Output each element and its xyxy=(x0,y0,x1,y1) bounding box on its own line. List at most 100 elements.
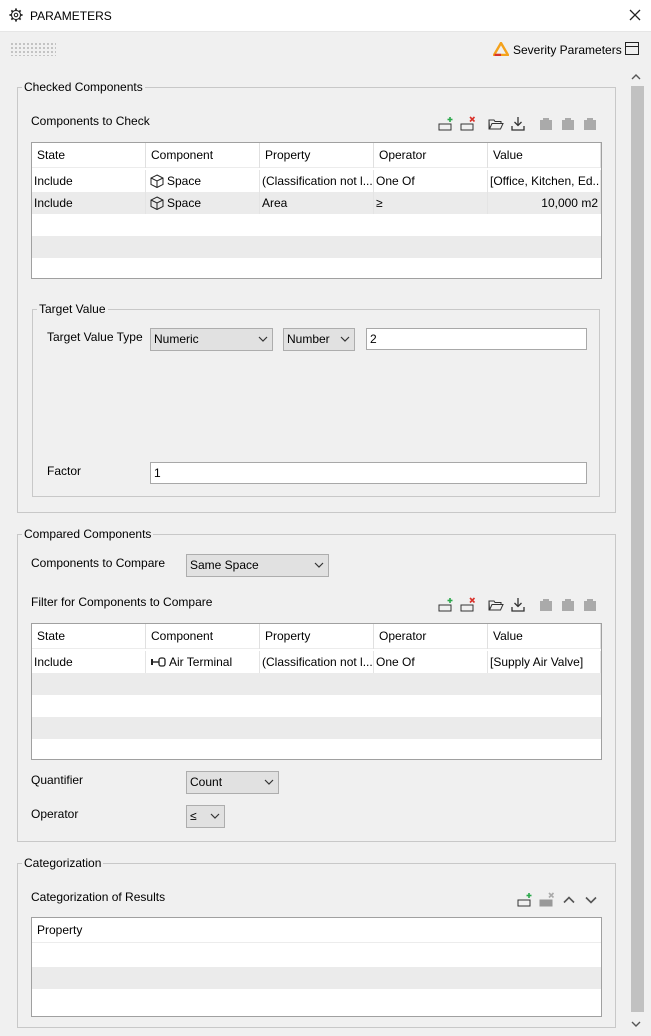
drag-grip[interactable] xyxy=(10,42,56,56)
column-header[interactable]: Operator xyxy=(374,143,488,168)
chevron-down-icon[interactable] xyxy=(583,892,599,908)
column-header[interactable]: Value xyxy=(488,143,601,168)
table-row xyxy=(32,945,601,967)
components-to-check-label: Components to Check xyxy=(31,114,150,128)
components-to-compare-select[interactable]: Same Space xyxy=(186,554,329,577)
column-header[interactable]: Value xyxy=(488,624,601,649)
property-cell: (Classification not l... xyxy=(260,651,374,673)
air-terminal-icon xyxy=(151,657,166,667)
target-number-input[interactable]: 2 xyxy=(366,328,587,350)
chevron-down-icon xyxy=(264,779,274,785)
selected-value: Count xyxy=(190,775,223,789)
window-title: PARAMETERS xyxy=(30,9,112,23)
title-bar: PARAMETERS xyxy=(0,0,651,32)
download-icon[interactable] xyxy=(510,597,526,613)
factor-input[interactable]: 1 xyxy=(150,462,587,484)
add-row-icon[interactable] xyxy=(438,597,454,613)
component-cell: Air Terminal xyxy=(146,651,260,673)
component-name: Space xyxy=(167,196,202,210)
component-name: Air Terminal xyxy=(169,655,233,669)
table-row xyxy=(32,258,601,278)
components-to-check-table[interactable]: State Component Property Operator Value … xyxy=(31,142,602,279)
filter-label: Filter for Components to Compare xyxy=(31,595,213,609)
categorization-toolbar xyxy=(517,892,601,910)
quantifier-select[interactable]: Count xyxy=(186,771,279,794)
table-row xyxy=(32,739,601,759)
column-header[interactable]: Property xyxy=(260,624,374,649)
column-header[interactable]: Operator xyxy=(374,624,488,649)
group-title: Target Value xyxy=(39,302,106,316)
operator-cell: ≥ xyxy=(374,192,488,214)
scroll-up-icon[interactable] xyxy=(630,71,642,83)
selected-value: Number xyxy=(287,332,330,346)
categorization-table[interactable]: Property xyxy=(31,917,602,1017)
chevron-down-icon xyxy=(210,813,220,819)
add-row-icon[interactable] xyxy=(517,892,533,908)
operator-cell: One Of xyxy=(374,651,488,673)
column-header[interactable]: Component xyxy=(146,624,260,649)
state-cell: Include xyxy=(32,170,146,192)
property-cell: (Classification not l... xyxy=(260,170,374,192)
severity-icon[interactable] xyxy=(493,42,509,56)
table-row[interactable]: Include Space (Classification not l... O… xyxy=(32,170,601,192)
add-row-icon[interactable] xyxy=(438,116,454,132)
column-header[interactable]: Component xyxy=(146,143,260,168)
table-row[interactable]: Include Air Terminal (Classification not… xyxy=(32,651,601,673)
close-icon[interactable] xyxy=(626,6,644,24)
column-header[interactable]: Property xyxy=(260,143,374,168)
chevron-down-icon xyxy=(340,336,350,342)
column-header[interactable]: State xyxy=(32,624,146,649)
table-header: Property xyxy=(32,918,601,943)
operator-label: Operator xyxy=(31,807,79,821)
unit-type-select[interactable]: Number xyxy=(283,328,355,351)
selected-value: Numeric xyxy=(154,332,199,346)
open-folder-icon[interactable] xyxy=(488,116,504,132)
selected-value: Same Space xyxy=(190,558,259,572)
table-row xyxy=(32,695,601,717)
delete-row-icon[interactable] xyxy=(539,892,555,908)
panel-toggle-icon[interactable] xyxy=(625,42,639,55)
components-to-compare-label: Components to Compare xyxy=(31,556,166,570)
component-cell: Space xyxy=(146,192,260,214)
column-header[interactable]: Property xyxy=(32,918,601,943)
target-value-type-select[interactable]: Numeric xyxy=(150,328,273,351)
clipboard-copy-icon[interactable] xyxy=(560,116,576,132)
check-toolbar xyxy=(438,116,598,134)
open-folder-icon[interactable] xyxy=(488,597,504,613)
operator-cell: One Of xyxy=(374,170,488,192)
clipboard-icon[interactable] xyxy=(538,597,554,613)
delete-row-icon[interactable] xyxy=(460,116,476,132)
clipboard-copy-icon[interactable] xyxy=(560,597,576,613)
chevron-down-icon xyxy=(314,562,324,568)
table-row[interactable]: Include Space Area ≥ 10,000 m2 xyxy=(32,192,601,214)
column-header[interactable]: State xyxy=(32,143,146,168)
table-row xyxy=(32,214,601,236)
categorization-of-results-label: Categorization of Results xyxy=(31,890,166,904)
delete-row-icon[interactable] xyxy=(460,597,476,613)
filter-components-table[interactable]: State Component Property Operator Value … xyxy=(31,623,602,760)
download-icon[interactable] xyxy=(510,116,526,132)
table-row xyxy=(32,717,601,739)
scroll-down-icon[interactable] xyxy=(630,1018,642,1030)
clipboard-paste-icon[interactable] xyxy=(582,597,598,613)
compare-toolbar xyxy=(438,597,598,615)
selected-value: ≤ xyxy=(190,809,197,823)
factor-label: Factor xyxy=(47,464,82,478)
value-cell: [Supply Air Valve] xyxy=(488,651,601,673)
group-title: Compared Components xyxy=(24,527,152,541)
clipboard-icon[interactable] xyxy=(538,116,554,132)
chevron-down-icon xyxy=(258,336,268,342)
value-cell: 10,000 m2 xyxy=(488,192,601,214)
clipboard-paste-icon[interactable] xyxy=(582,116,598,132)
operator-select[interactable]: ≤ xyxy=(186,805,225,828)
target-value-type-label: Target Value Type xyxy=(47,330,143,344)
chevron-up-icon[interactable] xyxy=(561,892,577,908)
group-title: Checked Components xyxy=(24,80,143,94)
table-row xyxy=(32,236,601,258)
gear-icon xyxy=(9,8,23,22)
severity-parameters-link[interactable]: Severity Parameters xyxy=(513,43,622,57)
scrollbar-thumb[interactable] xyxy=(631,86,644,1012)
table-header: State Component Property Operator Value xyxy=(32,143,601,168)
cube-icon xyxy=(150,196,164,210)
component-name: Space xyxy=(167,174,202,188)
